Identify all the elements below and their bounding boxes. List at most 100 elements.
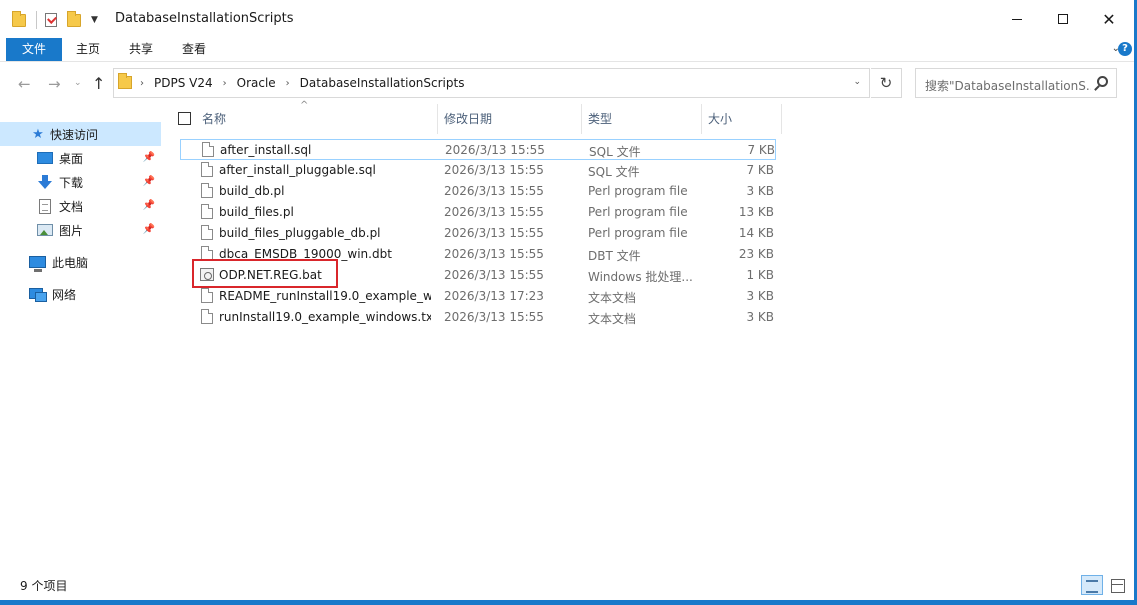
table-row[interactable]: runInstall19.0_example_windows.txt 2026/… [180, 307, 776, 328]
table-row[interactable]: build_db.pl 2026/3/13 15:55 Perl program… [180, 181, 776, 202]
table-row[interactable]: build_files_pluggable_db.pl 2026/3/13 15… [180, 223, 776, 244]
minimize-icon [1012, 18, 1022, 20]
text-file-icon [201, 309, 213, 324]
breadcrumb-oracle[interactable]: Oracle [237, 76, 276, 90]
file-size: 3 KB [746, 184, 774, 198]
title-bar: ▼ DatabaseInstallationScripts ✕ [0, 0, 1134, 38]
sidebar-item-desktop[interactable]: 桌面 📌 [0, 146, 161, 170]
document-icon [39, 198, 51, 214]
file-size: 7 KB [747, 143, 775, 157]
file-icon [201, 183, 213, 198]
breadcrumb-separator[interactable]: › [140, 78, 144, 89]
up-button[interactable]: ↑ [92, 74, 105, 93]
search-input[interactable]: 搜索"DatabaseInstallationS... [925, 77, 1091, 94]
file-modified: 2026/3/13 15:55 [444, 310, 544, 324]
navigation-pane: ★ 快速访问 桌面 📌 下载 📌 文档 📌 图片 📌 此电脑 网络 [0, 104, 168, 570]
download-icon [37, 174, 53, 190]
properties-icon[interactable] [45, 13, 57, 27]
pin-icon: 📌 [142, 200, 155, 211]
file-type: 文本文档 [588, 312, 637, 326]
desktop-icon [37, 152, 53, 164]
table-row[interactable]: build_files.pl 2026/3/13 15:55 Perl prog… [180, 202, 776, 223]
help-icon[interactable]: ? [1118, 42, 1132, 56]
file-modified: 2026/3/13 15:55 [445, 143, 545, 157]
customize-toolbar-dropdown-icon[interactable]: ▼ [91, 15, 98, 25]
sidebar-item-quick-access[interactable]: ★ 快速访问 [0, 122, 161, 146]
file-icon [201, 162, 213, 177]
column-header-name[interactable]: 名称 [196, 104, 438, 134]
file-modified: 2026/3/13 17:23 [444, 289, 544, 303]
this-pc-icon [29, 256, 46, 272]
back-button[interactable]: ← [18, 75, 31, 93]
select-all-checkbox[interactable] [178, 112, 191, 125]
file-type: 文本文档 [588, 291, 637, 305]
details-view-button[interactable] [1081, 575, 1103, 595]
new-folder-icon[interactable] [67, 10, 81, 27]
address-bar[interactable]: › PDPS V24 › Oracle › DatabaseInstallati… [113, 68, 870, 98]
file-list: ^ 名称 修改日期 类型 大小 after_install.sql 2026/3… [170, 100, 1134, 570]
breadcrumb: › PDPS V24 › Oracle › DatabaseInstallati… [138, 76, 464, 90]
breadcrumb-current-folder[interactable]: DatabaseInstallationScripts [300, 76, 465, 90]
file-size: 13 KB [738, 205, 774, 219]
search-box[interactable]: 搜索"DatabaseInstallationS... [915, 68, 1117, 98]
window-border [0, 600, 1137, 605]
recent-locations-dropdown-icon[interactable]: ⌄ [74, 78, 82, 88]
folder-icon [118, 73, 132, 89]
pin-icon: 📌 [142, 176, 155, 187]
sidebar-item-pictures[interactable]: 图片 📌 [0, 218, 161, 242]
file-icon [201, 225, 213, 240]
column-header-type[interactable]: 类型 [582, 104, 702, 134]
file-type: Perl program file [588, 184, 688, 198]
file-modified: 2026/3/13 15:55 [444, 247, 544, 261]
file-modified: 2026/3/13 15:55 [444, 163, 544, 177]
close-button[interactable]: ✕ [1086, 0, 1132, 38]
table-row[interactable]: after_install.sql 2026/3/13 15:55 SQL 文件… [180, 139, 776, 160]
file-name: after_install_pluggable.sql [219, 163, 376, 177]
file-size: 23 KB [738, 247, 774, 261]
address-dropdown-icon[interactable]: ⌄ [853, 77, 861, 87]
column-header-size[interactable]: 大小 [702, 104, 782, 134]
tab-share[interactable]: 共享 [118, 38, 164, 61]
file-type: DBT 文件 [588, 249, 641, 263]
file-name: after_install.sql [220, 143, 312, 157]
file-size: 3 KB [746, 289, 774, 303]
tab-file[interactable]: 文件 [6, 38, 62, 61]
star-icon: ★ [32, 126, 44, 142]
sidebar-item-label: 文档 [59, 199, 84, 214]
status-bar: 9 个项目 [0, 572, 1134, 600]
highlight-annotation-box [192, 259, 338, 288]
file-modified: 2026/3/13 15:55 [444, 184, 544, 198]
sidebar-item-this-pc[interactable]: 此电脑 [0, 250, 161, 274]
navigation-bar: ← → ⌄ ↑ › PDPS V24 › Oracle › DatabaseIn… [0, 62, 1134, 104]
table-row[interactable]: after_install_pluggable.sql 2026/3/13 15… [180, 160, 776, 181]
breadcrumb-pdps-v24[interactable]: PDPS V24 [154, 76, 213, 90]
breadcrumb-separator[interactable]: › [223, 78, 227, 89]
breadcrumb-separator[interactable]: › [286, 78, 290, 89]
tab-view[interactable]: 查看 [172, 38, 216, 61]
file-size: 7 KB [746, 163, 774, 177]
maximize-icon [1058, 14, 1068, 24]
sidebar-item-downloads[interactable]: 下载 📌 [0, 170, 161, 194]
file-type: SQL 文件 [589, 145, 641, 159]
sidebar-item-network[interactable]: 网络 [0, 282, 161, 306]
refresh-button[interactable]: ↻ [871, 68, 902, 98]
sidebar-item-documents[interactable]: 文档 📌 [0, 194, 161, 218]
file-name: build_db.pl [219, 184, 285, 198]
table-row[interactable]: README_runInstall19.0_example_w... 2026/… [180, 286, 776, 307]
minimize-button[interactable] [994, 0, 1040, 38]
ribbon-tabs: 文件 主页 共享 查看 ⌄ ? [0, 38, 1134, 62]
tab-home[interactable]: 主页 [66, 38, 110, 61]
text-file-icon [201, 288, 213, 303]
file-type: Perl program file [588, 205, 688, 219]
maximize-button[interactable] [1040, 0, 1086, 38]
file-size: 1 KB [746, 268, 774, 282]
sidebar-item-label: 网络 [52, 287, 77, 302]
file-icon [202, 142, 214, 157]
column-header-modified[interactable]: 修改日期 [438, 104, 582, 134]
large-icons-view-button[interactable] [1106, 575, 1128, 595]
sidebar-item-label: 下载 [59, 175, 84, 190]
file-modified: 2026/3/13 15:55 [444, 226, 544, 240]
file-name: README_runInstall19.0_example_w... [219, 289, 431, 303]
file-icon [201, 204, 213, 219]
forward-button[interactable]: → [48, 75, 61, 93]
